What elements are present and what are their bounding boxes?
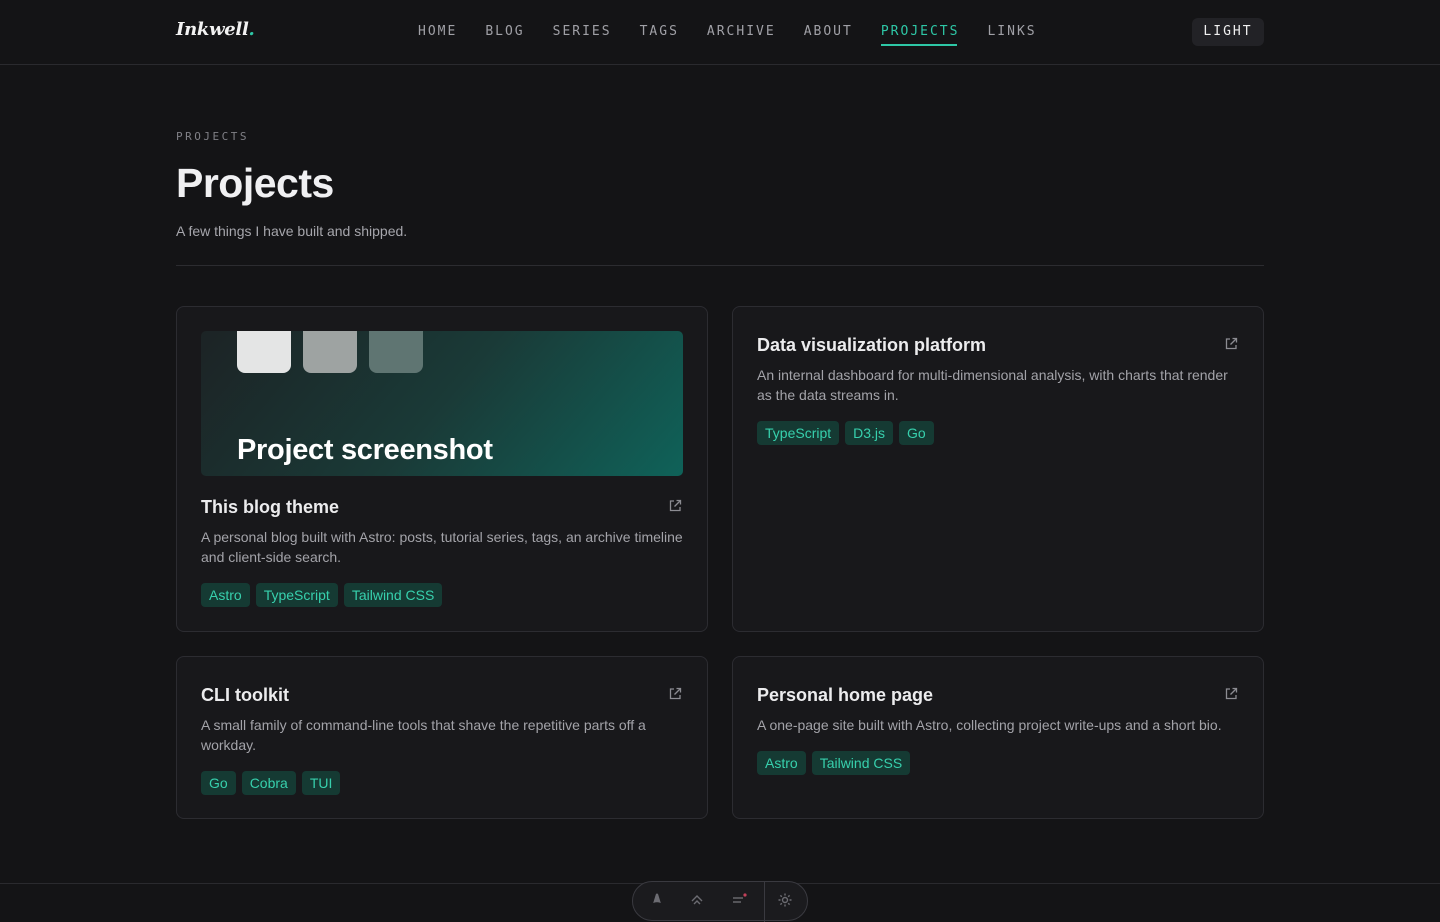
audit-icon[interactable] [731,892,747,908]
project-screenshot: Project screenshot [201,331,683,476]
astro-icon[interactable] [649,892,665,908]
project-card-data-viz[interactable]: Data visualization platform An internal … [732,306,1264,632]
project-title[interactable]: Data visualization platform [757,335,986,356]
tag-astro[interactable]: Astro [757,751,806,775]
project-title[interactable]: CLI toolkit [201,685,289,706]
project-description: A small family of command-line tools tha… [201,717,646,753]
nav-tags[interactable]: TAGS [640,0,679,64]
screenshot-square-mid [303,331,357,373]
logo-dot: . [248,19,255,40]
tag-tui[interactable]: TUI [301,771,341,795]
nav-archive[interactable]: ARCHIVE [707,0,776,64]
page-eyebrow: PROJECTS [176,130,249,143]
nav-blog[interactable]: BLOG [485,0,524,64]
toolbar-separator [764,882,765,922]
dev-toolbar [632,881,808,922]
nav-series[interactable]: SERIES [553,0,612,64]
project-card-blog-theme[interactable]: Project screenshot This blog theme A per… [176,306,708,632]
tag-typescript[interactable]: TypeScript [255,583,338,607]
external-link-icon[interactable] [668,687,682,701]
screenshot-label: Project screenshot [237,434,493,466]
project-card-cli-toolkit[interactable]: CLI toolkit A small family of command-li… [176,656,708,819]
logo-text: Inkwell [176,19,249,40]
tag-astro[interactable]: Astro [201,583,250,607]
screenshot-square-dark [369,331,423,373]
tag-go[interactable]: Go [201,771,236,795]
tag-tailwind-css[interactable]: Tailwind CSS [343,583,443,607]
project-tags: TypeScript D3.js Go [757,421,934,445]
nav-links[interactable]: LINKS [987,0,1036,64]
project-tags: Astro TypeScript Tailwind CSS [201,583,443,607]
tag-d3js[interactable]: D3.js [845,421,894,445]
theme-toggle-button[interactable]: LIGHT [1192,18,1264,46]
site-logo[interactable]: Inkwell. [176,19,255,40]
nav-home[interactable]: HOME [418,0,457,64]
inspect-icon[interactable] [689,892,705,908]
screenshot-square-light [237,331,291,373]
site-header: Inkwell. HOME BLOG SERIES TAGS ARCHIVE A… [0,0,1440,65]
nav-about[interactable]: ABOUT [804,0,853,64]
tag-tailwind-css[interactable]: Tailwind CSS [811,751,911,775]
project-title[interactable]: This blog theme [201,497,339,518]
page-subtitle: A few things I have built and shipped. [176,223,408,239]
settings-icon[interactable] [777,892,793,908]
tag-cobra[interactable]: Cobra [241,771,296,795]
project-description: A one-page site built with Astro, collec… [757,717,1222,733]
heading-divider [176,265,1264,266]
external-link-icon[interactable] [668,499,682,513]
page-title: Projects [176,160,334,206]
project-tags: Astro Tailwind CSS [757,751,911,775]
tag-go[interactable]: Go [899,421,934,445]
external-link-icon[interactable] [1224,337,1238,351]
project-tags: Go Cobra TUI [201,771,341,795]
project-description: A personal blog built with Astro: posts,… [201,529,683,565]
tag-typescript[interactable]: TypeScript [757,421,840,445]
project-title[interactable]: Personal home page [757,685,933,706]
project-description: An internal dashboard for multi-dimensio… [757,367,1228,403]
nav-projects[interactable]: PROJECTS [880,0,960,64]
project-card-home-page[interactable]: Personal home page A one-page site built… [732,656,1264,819]
main-nav: HOME BLOG SERIES TAGS ARCHIVE ABOUT PROJ… [418,0,1065,64]
external-link-icon[interactable] [1224,687,1238,701]
